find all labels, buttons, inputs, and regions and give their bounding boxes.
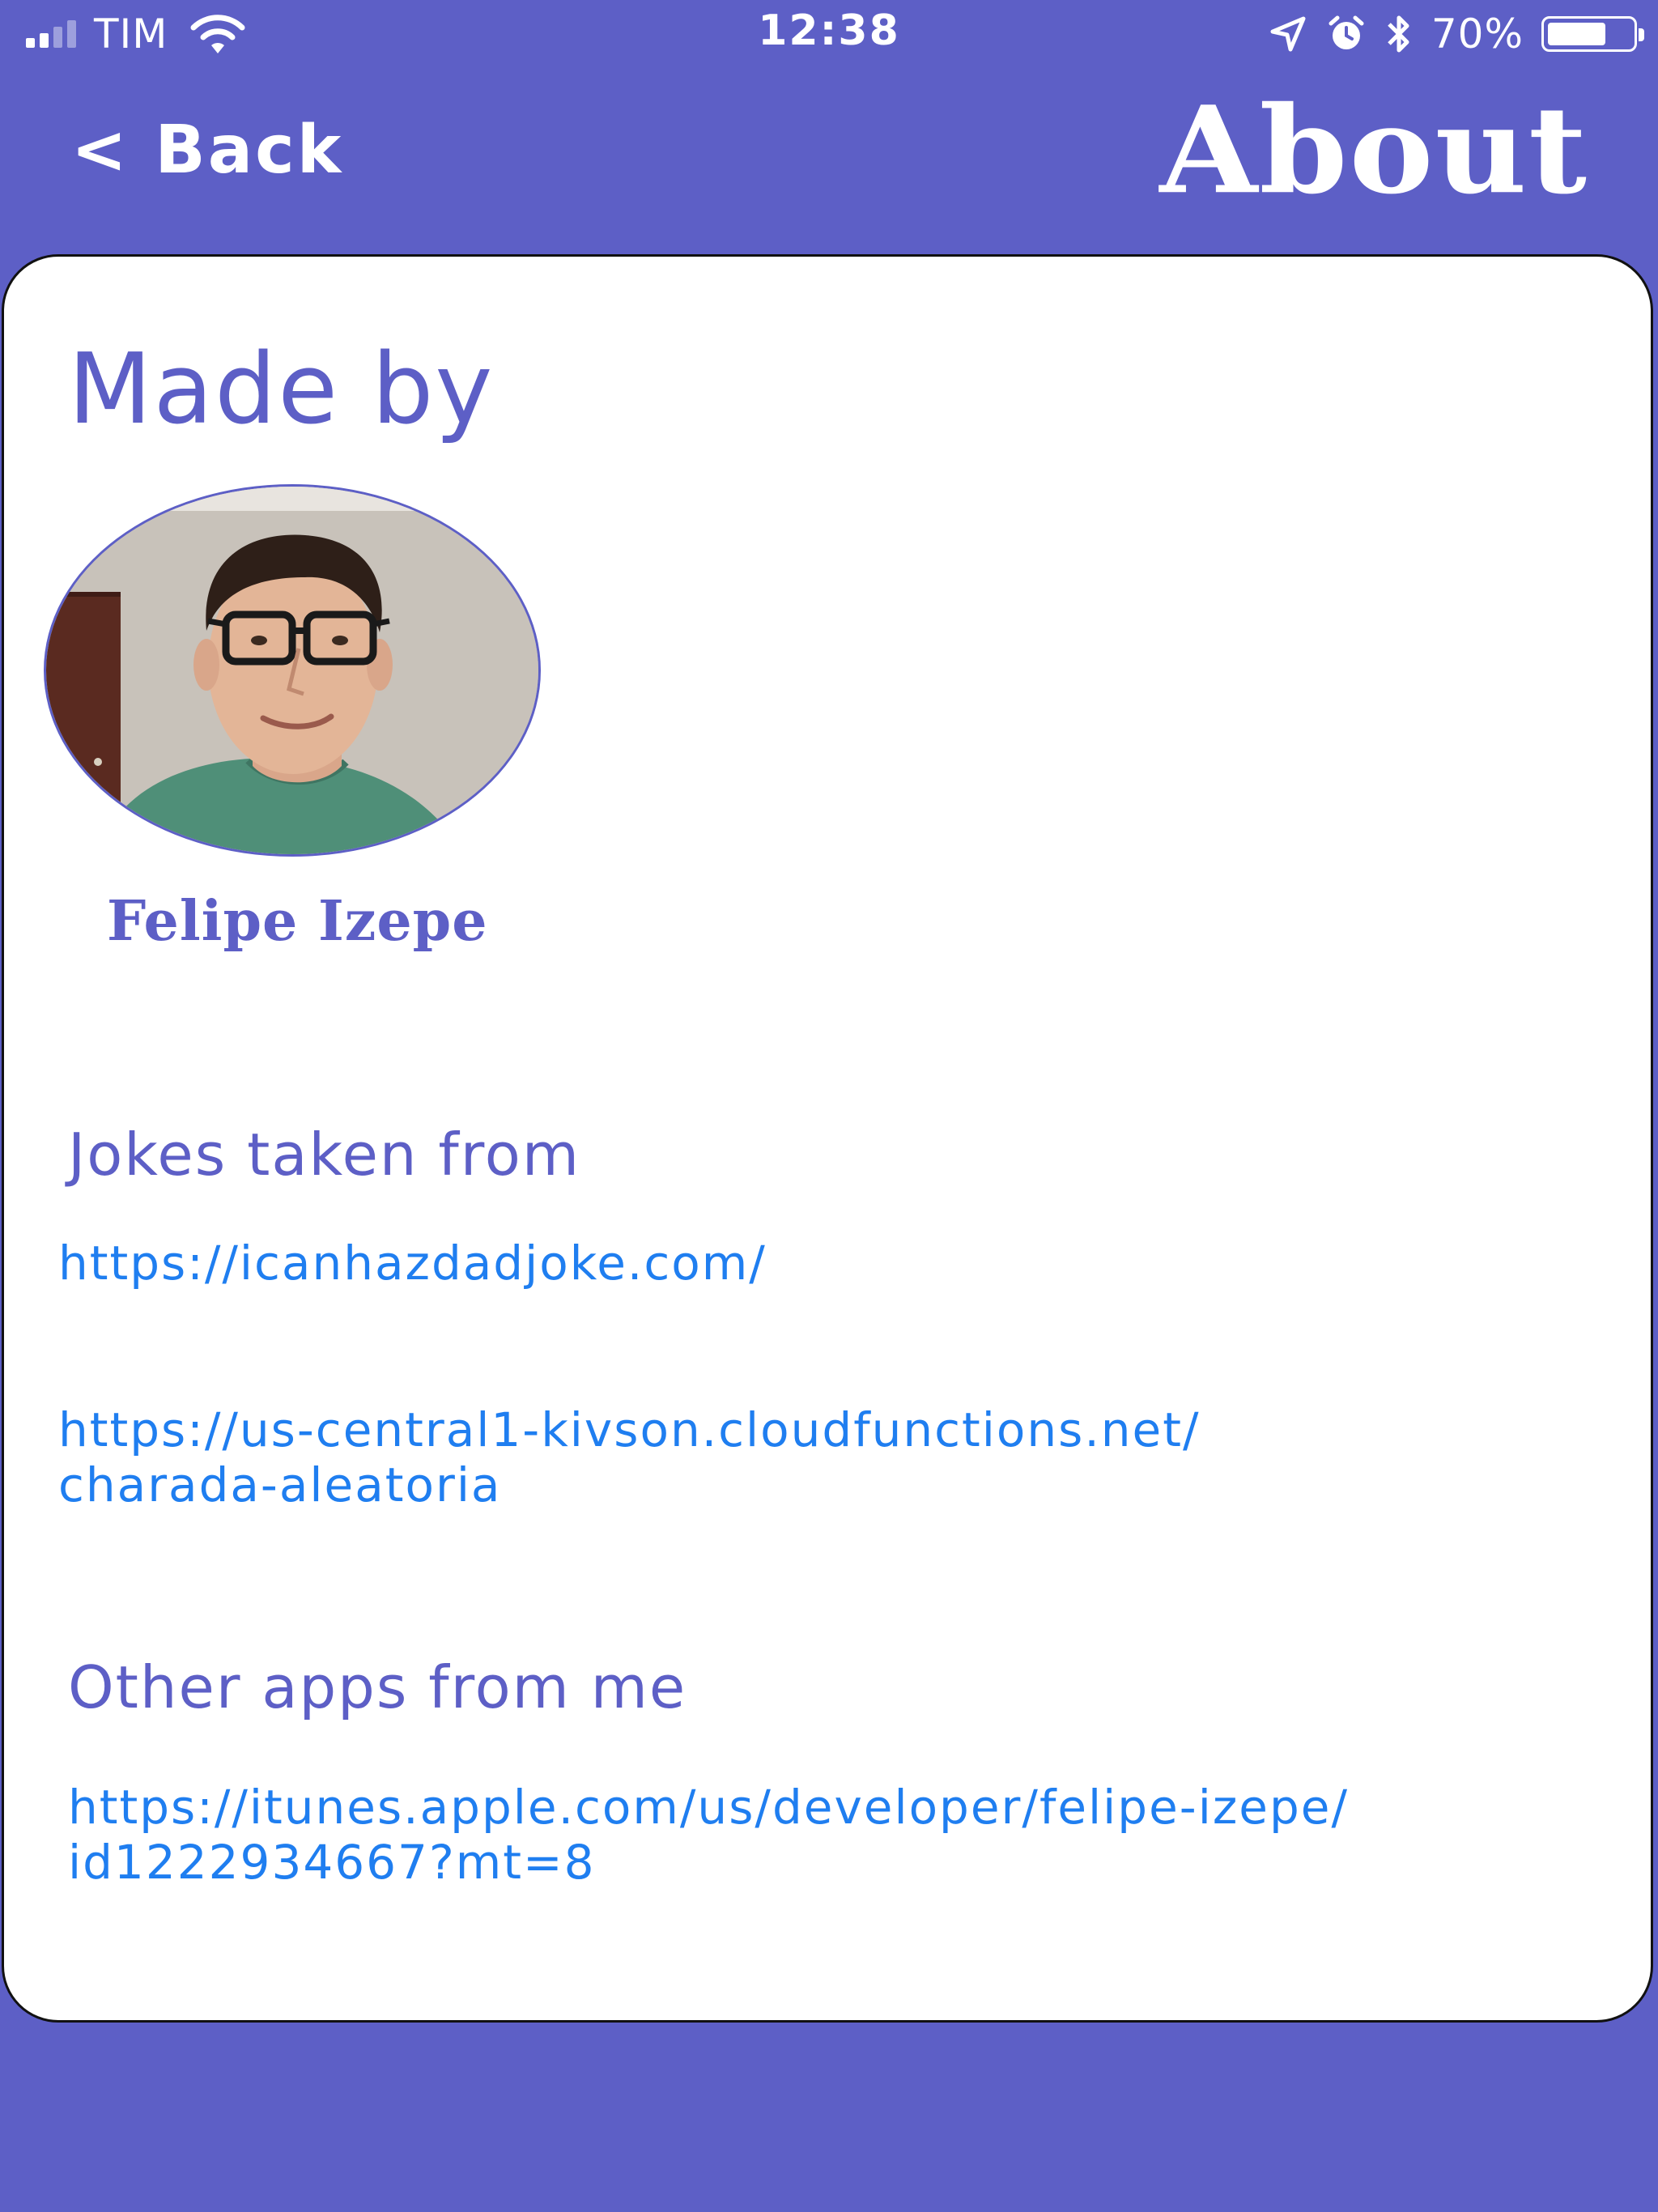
location-arrow-icon — [1270, 16, 1306, 52]
battery-level-fill — [1548, 23, 1605, 45]
battery-icon — [1541, 16, 1644, 52]
status-bar: TIM 12:38 70% — [0, 0, 1658, 68]
author-name: Felipe Izepe — [107, 889, 488, 954]
other-apps-title: Other apps from me — [68, 1653, 687, 1721]
author-avatar — [44, 484, 541, 857]
made-by-title: Made by — [68, 334, 495, 446]
battery-percent: 70% — [1431, 11, 1524, 57]
page-title: About — [1159, 79, 1588, 221]
bluetooth-icon — [1388, 15, 1409, 53]
status-right: 70% — [1268, 8, 1644, 60]
developer-apps-link[interactable]: https://itunes.apple.com/us/developer/fe… — [68, 1780, 1558, 1890]
alarm-icon — [1329, 15, 1364, 49]
jokes-source-title: Jokes taken from — [68, 1121, 580, 1189]
joke-source-link-charada[interactable]: https://us-central1-kivson.cloudfunction… — [58, 1402, 1548, 1512]
joke-source-link-icanhazdadjoke[interactable]: https://icanhazdadjoke.com/ — [58, 1236, 1548, 1291]
back-button[interactable]: < Back — [71, 112, 343, 189]
author-photo — [46, 487, 538, 854]
battery-tip — [1639, 28, 1644, 41]
